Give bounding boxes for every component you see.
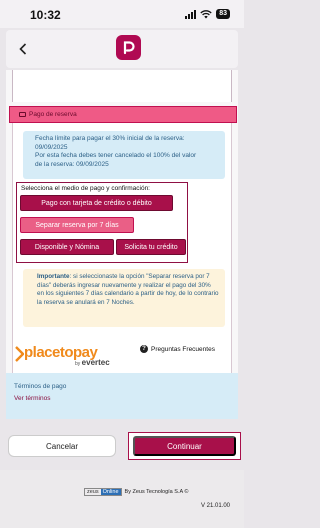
- terms-title: Términos de pago: [14, 383, 67, 390]
- placetopay-row: placetopay by evertec ? Preguntas Frecue…: [9, 341, 237, 367]
- app-header: [6, 30, 238, 68]
- evertec-byline: by evertec: [75, 358, 110, 367]
- footer: zeus Online By Zeus Tecnología S.A © V 2…: [0, 470, 244, 528]
- by-text: by: [75, 361, 81, 367]
- cancel-button[interactable]: Cancelar: [8, 435, 116, 457]
- credit-card-icon: [19, 112, 26, 117]
- main-content[interactable]: Pago de reserva Fecha límite para pagar …: [6, 70, 238, 415]
- faq-link[interactable]: ? Preguntas Frecuentes: [140, 345, 215, 353]
- important-label: Importante: [37, 273, 70, 280]
- payment-method-group: Selecciona el medio de pago y confirmaci…: [16, 182, 188, 263]
- payment-terms-box: Términos de pago Ver términos: [6, 373, 238, 419]
- zeus-text: zeus: [87, 489, 99, 495]
- previous-section-bottom: [12, 70, 232, 102]
- powered-by: zeus Online By Zeus Tecnología S.A ©: [84, 488, 188, 496]
- deadline-date: 09/09/2025: [35, 143, 68, 151]
- zeus-online-logo: zeus Online: [84, 488, 122, 496]
- app-logo-p-icon: [123, 41, 135, 55]
- full-payment-line: Por esta fecha debes tener cancelado el …: [35, 152, 197, 160]
- evertec-text: evertec: [81, 358, 110, 367]
- payroll-payment-button[interactable]: Disponible y Nómina: [20, 239, 114, 255]
- battery-indicator: 83: [216, 9, 230, 19]
- card-payment-button[interactable]: Pago con tarjeta de crédito o débito: [20, 195, 173, 211]
- full-payment-date: de la reserva: 09/09/2025: [35, 160, 109, 168]
- back-button[interactable]: [14, 40, 32, 58]
- deadline-line: Fecha límite para pagar el 30% inicial d…: [35, 135, 185, 142]
- placetopay-mark-icon: [15, 346, 24, 362]
- request-credit-button[interactable]: Solicita tu crédito: [116, 239, 186, 255]
- placetopay-logo: placetopay by evertec: [15, 344, 111, 367]
- payment-section-header: Pago de reserva: [9, 106, 237, 123]
- question-circle-icon: ?: [140, 345, 148, 353]
- status-time: 10:32: [30, 8, 61, 22]
- powered-by-text: By Zeus Tecnología S.A ©: [124, 489, 189, 495]
- continue-button[interactable]: Continuar: [133, 436, 236, 456]
- separate-reservation-button[interactable]: Separar reserva por 7 días: [20, 217, 134, 233]
- payment-method-title: Selecciona el medio de pago y confirmaci…: [21, 185, 150, 192]
- payment-section-title: Pago de reserva: [29, 111, 77, 118]
- deadline-info-box: Fecha límite para pagar el 30% inicial d…: [23, 131, 225, 179]
- status-icons: 83: [185, 9, 230, 19]
- app-logo: [116, 35, 141, 60]
- important-note-box: Importante: si seleccionaste la opción "…: [23, 269, 225, 327]
- online-text: Online: [100, 489, 121, 495]
- wifi-icon: [200, 9, 212, 18]
- view-terms-link[interactable]: Ver términos: [14, 395, 230, 402]
- faq-label: Preguntas Frecuentes: [151, 345, 215, 353]
- chevron-left-icon: [19, 43, 27, 55]
- continue-highlight: Continuar: [128, 432, 241, 460]
- status-bar: 10:32 83: [0, 0, 244, 28]
- app-version: V 21.01.00: [200, 503, 230, 509]
- signal-icon: [185, 9, 197, 19]
